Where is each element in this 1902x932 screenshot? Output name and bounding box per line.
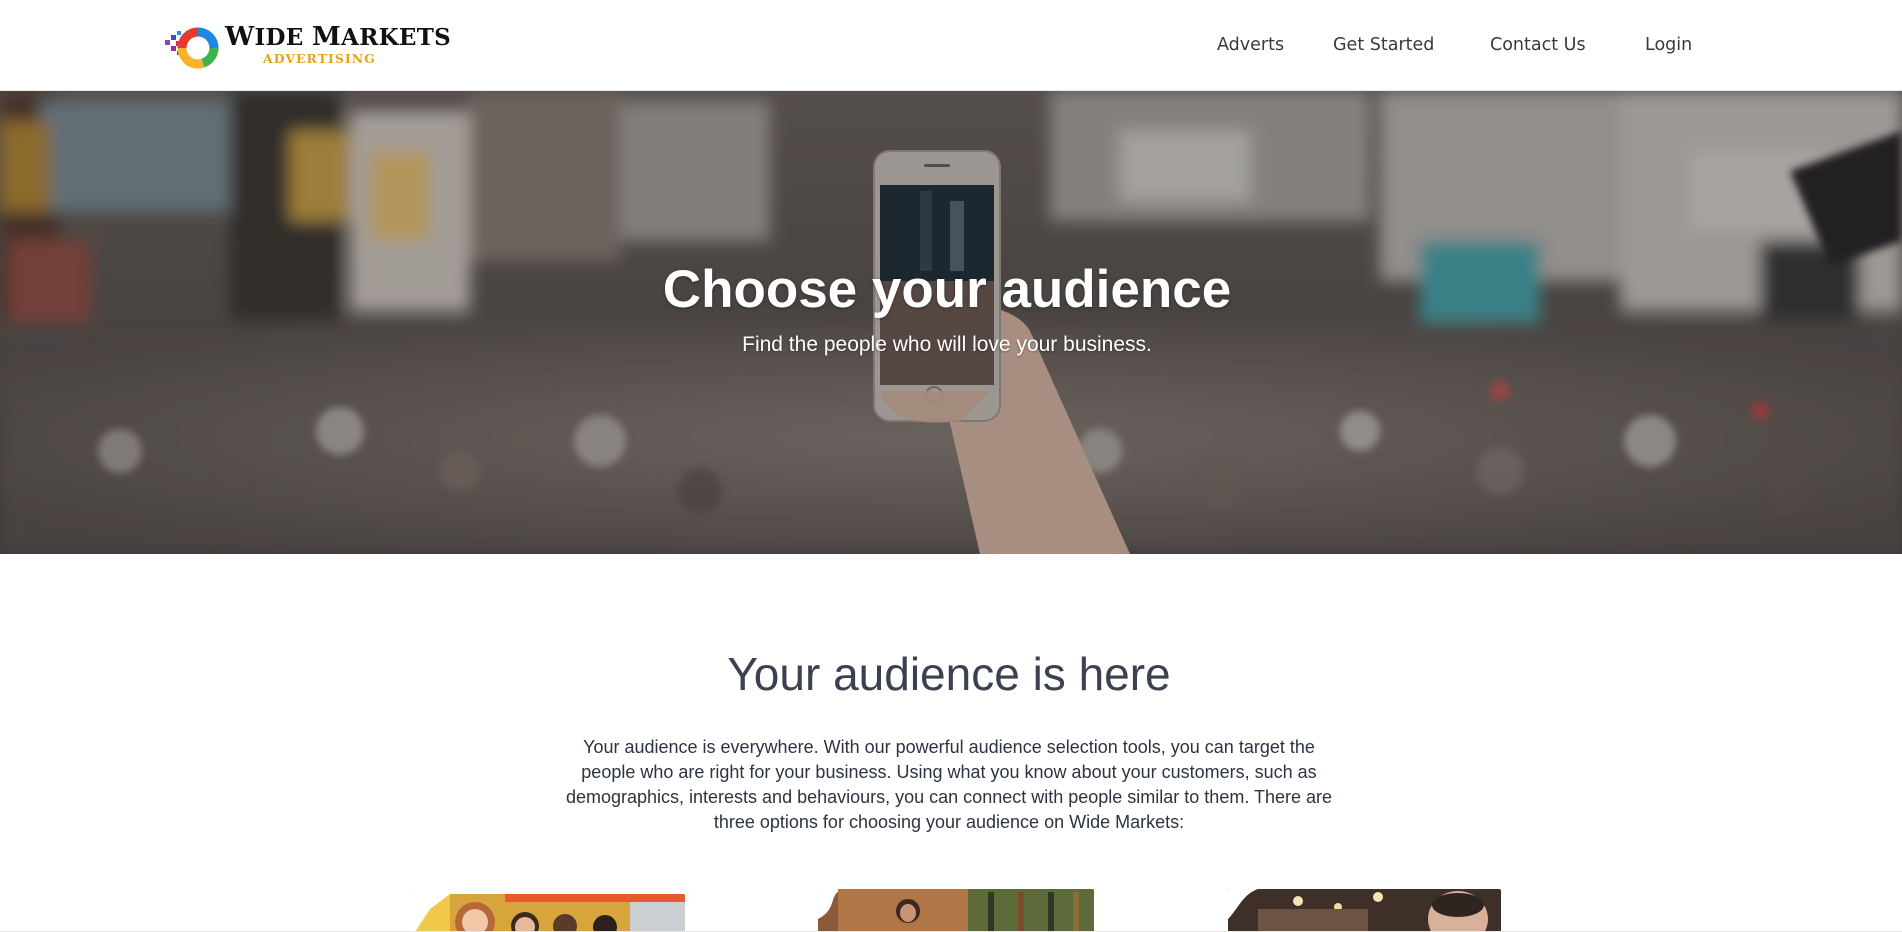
brand-logo[interactable]: WIDE MARKETS ADVERTISING [165, 22, 451, 72]
option-image-2[interactable] [818, 889, 1094, 932]
brand-text-ide: IDE [254, 24, 312, 51]
city-crowd-phone-photo [0, 91, 1902, 554]
hero-subtitle: Find the people who will love your busin… [742, 333, 1152, 356]
brand-letter-w: W [225, 22, 255, 52]
section-title: Your audience is here [727, 648, 1171, 700]
hero-title: Choose your audience [662, 260, 1232, 319]
nav-link-get-started[interactable]: Get Started [1333, 35, 1434, 55]
top-navbar: WIDE MARKETS ADVERTISING Adverts Get Sta… [0, 0, 1902, 91]
restaurant-people-photo [1228, 889, 1501, 932]
brand-letter-m: M [311, 22, 342, 52]
logo-ring-icon [165, 27, 219, 69]
hero-banner: Choose your audience Find the people who… [0, 91, 1902, 554]
nav-link-adverts[interactable]: Adverts [1217, 35, 1284, 55]
brand-subtitle: ADVERTISING [263, 51, 376, 66]
section-description: Your audience is everywhere. With our po… [565, 737, 1333, 832]
people-shopping-photo [415, 894, 685, 932]
option-image-1[interactable] [415, 894, 685, 932]
market-shopper-photo [818, 889, 1094, 932]
nav-link-contact-us[interactable]: Contact Us [1490, 35, 1586, 55]
brand-name: WIDE MARKETS [225, 22, 451, 52]
brand-text-arkets: ARKETS [341, 24, 452, 51]
option-image-3[interactable] [1228, 889, 1501, 932]
nav-link-login[interactable]: Login [1645, 35, 1692, 55]
